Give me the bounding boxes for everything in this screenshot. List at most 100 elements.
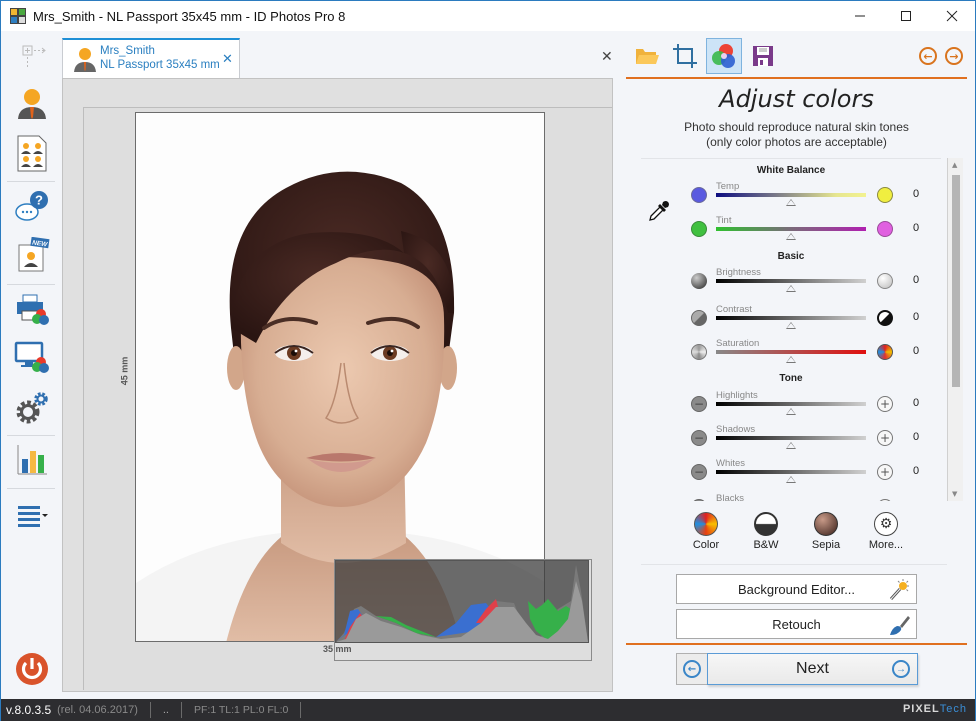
warm-temp-icon[interactable] (877, 187, 893, 203)
whites-label: Whites (716, 458, 746, 469)
help-button[interactable]: ? (14, 189, 50, 225)
menu-button[interactable] (14, 497, 50, 533)
preset-sepia-label: Sepia (811, 539, 841, 551)
single-person-button[interactable] (14, 85, 50, 121)
new-template-button[interactable]: NEW (14, 237, 50, 273)
shadows-label: Shadows (716, 424, 756, 435)
shadows-minus-icon[interactable]: − (691, 430, 707, 446)
new-badge-person-icon: NEW (18, 237, 50, 272)
gears-icon (16, 392, 48, 424)
whites-value: 0 (913, 465, 920, 477)
temp-slider-thumb[interactable] (786, 199, 796, 206)
preset-more-label: More... (868, 539, 904, 551)
temp-slider[interactable] (716, 193, 866, 197)
status-ellipsis[interactable]: .. (163, 704, 169, 716)
document-tab[interactable]: Mrs_Smith NL Passport 35x45 mm ✕ (62, 38, 240, 78)
crop-button[interactable] (667, 38, 703, 74)
whites-plus-icon[interactable]: + (877, 464, 893, 480)
presets-divider (641, 564, 947, 565)
scroll-up-icon[interactable]: ▲ (952, 161, 957, 169)
person-icon (18, 89, 46, 119)
color-preset-icon (694, 512, 718, 536)
contrast-decrease-icon[interactable] (691, 310, 707, 326)
adjustments-scrollbar[interactable]: ▲ ▼ (947, 158, 963, 501)
shadows-slider[interactable] (716, 436, 866, 440)
contrast-increase-icon[interactable] (877, 310, 893, 326)
canvas-close-icon[interactable]: ✕ (601, 49, 613, 65)
shadows-plus-icon[interactable]: + (877, 430, 893, 446)
close-button[interactable] (929, 1, 975, 31)
highlights-slider[interactable] (716, 402, 866, 406)
shadows-slider-thumb[interactable] (786, 442, 796, 449)
preset-bw[interactable]: B&W (741, 512, 791, 551)
highlights-minus-icon[interactable]: − (691, 396, 707, 412)
shadows-adjustment: − Shadows + 0 (641, 424, 941, 454)
brightness-slider[interactable] (716, 279, 866, 283)
cool-temp-icon[interactable] (691, 187, 707, 203)
scrollbar-thumb[interactable] (952, 175, 960, 387)
contrast-slider-thumb[interactable] (786, 322, 796, 329)
tint-slider[interactable] (716, 227, 866, 231)
blacks-plus-icon[interactable] (877, 499, 893, 501)
saturation-increase-icon[interactable] (877, 344, 893, 360)
whites-minus-icon[interactable]: − (691, 464, 707, 480)
power-button[interactable] (14, 651, 50, 687)
brightness-value: 0 (913, 274, 920, 286)
brightness-decrease-icon[interactable] (691, 273, 707, 289)
footer-divider (626, 643, 967, 645)
brightness-slider-thumb[interactable] (786, 285, 796, 292)
retouch-button[interactable]: Retouch (676, 609, 917, 639)
whites-slider[interactable] (716, 470, 866, 474)
next-button[interactable]: Next → (707, 653, 918, 685)
minimize-button[interactable] (837, 1, 883, 31)
status-divider (180, 702, 182, 718)
hamburger-dropdown-icon (18, 506, 48, 527)
highlights-plus-icon[interactable]: + (877, 396, 893, 412)
preset-more[interactable]: ⚙ More... (861, 512, 911, 551)
open-button[interactable] (629, 38, 665, 74)
saturation-decrease-icon[interactable] (691, 344, 707, 360)
status-stats: PF:1 TL:1 PL:0 FL:0 (193, 704, 289, 716)
new-project-button[interactable] (14, 41, 50, 71)
back-button[interactable]: ← (676, 653, 708, 685)
monitor-color-button[interactable] (14, 340, 50, 376)
folder-icon (636, 49, 659, 64)
sidebar-divider (7, 284, 55, 285)
histogram (335, 560, 589, 643)
highlights-slider-thumb[interactable] (786, 408, 796, 415)
temp-value: 0 (913, 188, 920, 200)
multi-photo-sheet-button[interactable] (14, 135, 50, 172)
whites-slider-thumb[interactable] (786, 476, 796, 483)
blacks-minus-icon[interactable] (691, 499, 707, 501)
subtitle-line-2: (only color photos are acceptable) (706, 135, 887, 149)
gear-icon: ⚙ (874, 512, 898, 536)
contrast-slider[interactable] (716, 316, 866, 320)
preset-color[interactable]: Color (681, 512, 731, 551)
statistics-button[interactable] (14, 442, 50, 478)
green-tint-icon[interactable] (691, 221, 707, 237)
maximize-button[interactable] (883, 1, 929, 31)
color-presets: Color B&W Sepia ⚙ More... (681, 512, 921, 552)
next-step-button[interactable]: → (945, 47, 963, 65)
saturation-slider[interactable] (716, 350, 866, 354)
tint-adjustment: Tint 0 (641, 215, 941, 245)
previous-step-button[interactable]: ← (919, 47, 937, 65)
print-color-button[interactable] (14, 292, 50, 328)
magenta-tint-icon[interactable] (877, 221, 893, 237)
settings-button[interactable] (14, 391, 50, 427)
scroll-down-icon[interactable]: ▼ (952, 490, 957, 498)
adjust-colors-button[interactable] (706, 38, 742, 74)
magic-wand-icon (889, 579, 909, 601)
highlights-label: Highlights (716, 390, 758, 401)
save-button[interactable] (745, 38, 781, 74)
preset-sepia[interactable]: Sepia (801, 512, 851, 551)
tint-slider-thumb[interactable] (786, 233, 796, 240)
sepia-preset-icon (814, 512, 838, 536)
saturation-slider-thumb[interactable] (786, 356, 796, 363)
highlights-adjustment: − Highlights + 0 (641, 390, 941, 420)
adjustments-panel: White Balance Temp 0 Tint 0 Basic Bright… (641, 158, 941, 501)
background-editor-button[interactable]: Background Editor... (676, 574, 917, 604)
blacks-label: Blacks (716, 493, 744, 501)
tab-close-icon[interactable]: ✕ (222, 52, 233, 67)
brightness-increase-icon[interactable] (877, 273, 893, 289)
